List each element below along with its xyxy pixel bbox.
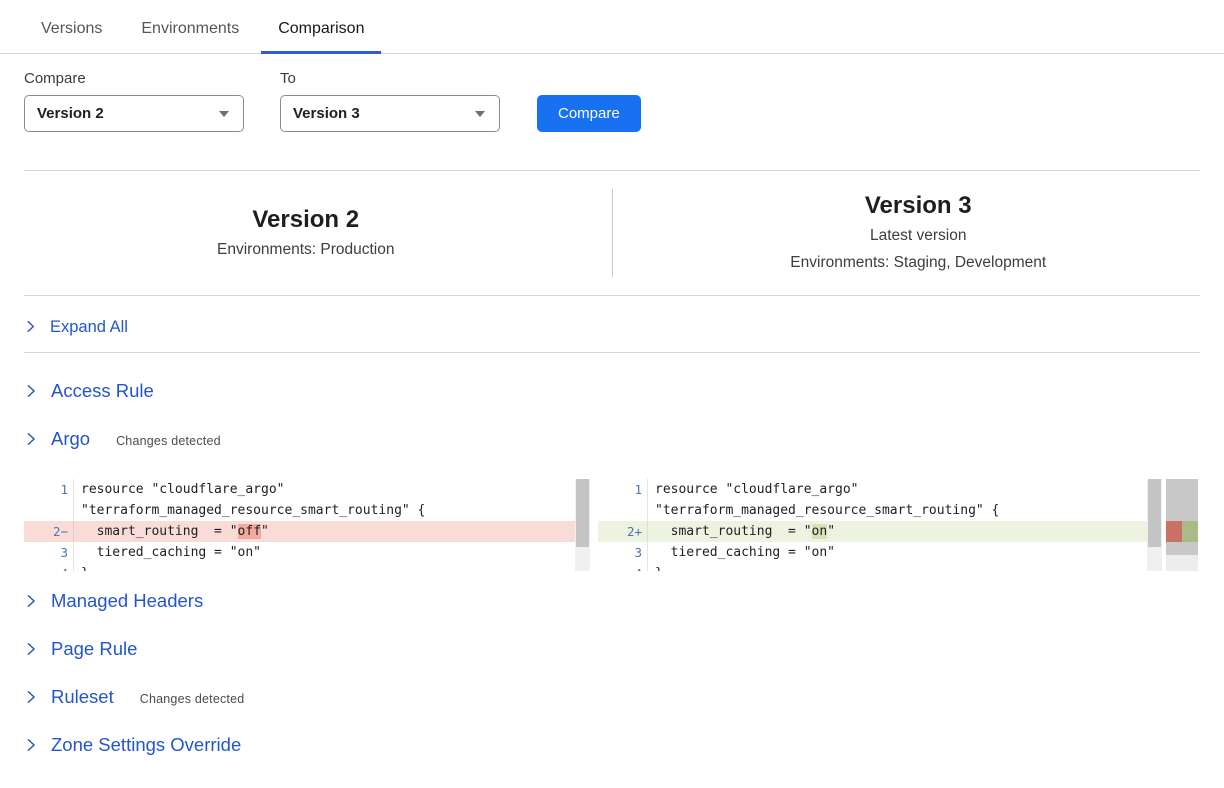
version-left-title: Version 2 [0,204,612,236]
chevron-right-icon [24,432,38,446]
section-label: Managed Headers [51,590,203,612]
chevron-right-icon [24,690,38,704]
diff-line-wrap: "terraform_managed_resource_smart_routin… [24,500,575,521]
diff-line: 4} [24,563,575,571]
chevron-right-icon [24,594,38,608]
section-row-zone-settings-override[interactable]: Zone Settings Override [24,721,1200,769]
section-label: Zone Settings Override [51,734,241,756]
compare-from-select[interactable]: Version 2 [24,95,244,132]
compare-from-field: Compare Version 2 [24,70,244,132]
scrollbar-thumb[interactable] [1148,479,1161,547]
diff-left-code: 1resource "cloudflare_argo" "terraform_m… [24,479,575,571]
added-mark [1182,521,1198,542]
diff-overview-ruler[interactable] [1166,479,1198,571]
tab-bar: Versions Environments Comparison [0,0,1224,54]
compare-from-value: Version 2 [37,105,104,122]
tab-comparison[interactable]: Comparison [261,12,381,54]
compare-to-select[interactable]: Version 3 [280,95,500,132]
chevron-right-icon [24,320,37,333]
version-right-latest-badge: Latest version [613,222,1224,249]
diff-left-scrollbar[interactable] [575,479,590,571]
line-number: 3 [598,542,648,563]
line-number: 2− [24,521,74,542]
diff-line: 3 tiered_caching = "on" [598,542,1147,563]
tab-environments[interactable]: Environments [124,12,256,54]
changes-detected-badge: Changes detected [140,692,245,706]
changes-detected-badge: Changes detected [116,434,221,448]
compare-to-value: Version 3 [293,105,360,122]
line-number: 4 [24,563,74,571]
removed-mark [1166,521,1182,542]
added-word: on [812,524,828,539]
section-label: Argo [51,428,90,450]
diff-right-code: 1resource "cloudflare_argo" "terraform_m… [598,479,1147,571]
chevron-down-icon [475,111,485,117]
expand-all-label: Expand All [50,318,128,337]
compare-form: Compare Version 2 To Version 3 Compare [24,70,1200,132]
expand-all-button[interactable]: Expand All [24,296,1200,352]
diff-line: 1resource "cloudflare_argo" [24,479,575,500]
overview-ruler-thumb [1166,479,1198,555]
chevron-down-icon [219,111,229,117]
diff-line-added: 2+ smart_routing = "on" [598,521,1147,542]
line-number [598,500,648,521]
diff-right-scrollbar[interactable] [1147,479,1162,571]
section-label: Page Rule [51,638,137,660]
chevron-right-icon [24,384,38,398]
version-right-title: Version 3 [613,190,1224,222]
compare-from-label: Compare [24,70,244,87]
section-label: Ruleset [51,686,114,708]
section-row-argo[interactable]: Argo Changes detected [24,415,1200,463]
section-row-ruleset[interactable]: Ruleset Changes detected [24,673,1200,721]
line-number: 3 [24,542,74,563]
tab-versions[interactable]: Versions [24,12,119,54]
diff-line: 4} [598,563,1147,571]
compare-to-field: To Version 3 [280,70,500,132]
argo-diff-viewer: 1resource "cloudflare_argo" "terraform_m… [24,479,1200,571]
version-right-environments: Environments: Staging, Development [613,249,1224,276]
diff-line-removed: 2− smart_routing = "off" [24,521,575,542]
diff-pane-right: 1resource "cloudflare_argo" "terraform_m… [598,479,1162,571]
removed-word: off [238,524,261,539]
version-panel-right: Version 3 Latest version Environments: S… [613,190,1224,276]
line-number: 1 [24,479,74,500]
section-row-access-rule[interactable]: Access Rule [24,367,1200,415]
section-label: Access Rule [51,380,154,402]
compare-button[interactable]: Compare [537,95,641,132]
version-panel-left: Version 2 Environments: Production [0,204,612,263]
chevron-right-icon [24,738,38,752]
section-row-page-rule[interactable]: Page Rule [24,625,1200,673]
version-header-row: Version 2 Environments: Production Versi… [0,171,1224,295]
scrollbar-thumb[interactable] [576,479,589,547]
chevron-right-icon [24,642,38,656]
diff-line: 3 tiered_caching = "on" [24,542,575,563]
version-left-environments: Environments: Production [0,236,612,263]
overview-ruler-marks [1166,521,1198,542]
diff-line-wrap: "terraform_managed_resource_smart_routin… [598,500,1147,521]
divider [24,352,1200,353]
line-number: 4 [598,563,648,571]
diff-line: 1resource "cloudflare_argo" [598,479,1147,500]
compare-to-label: To [280,70,500,87]
line-number: 2+ [598,521,648,542]
line-number: 1 [598,479,648,500]
line-number [24,500,74,521]
diff-pane-left: 1resource "cloudflare_argo" "terraform_m… [24,479,590,571]
section-row-managed-headers[interactable]: Managed Headers [24,577,1200,625]
